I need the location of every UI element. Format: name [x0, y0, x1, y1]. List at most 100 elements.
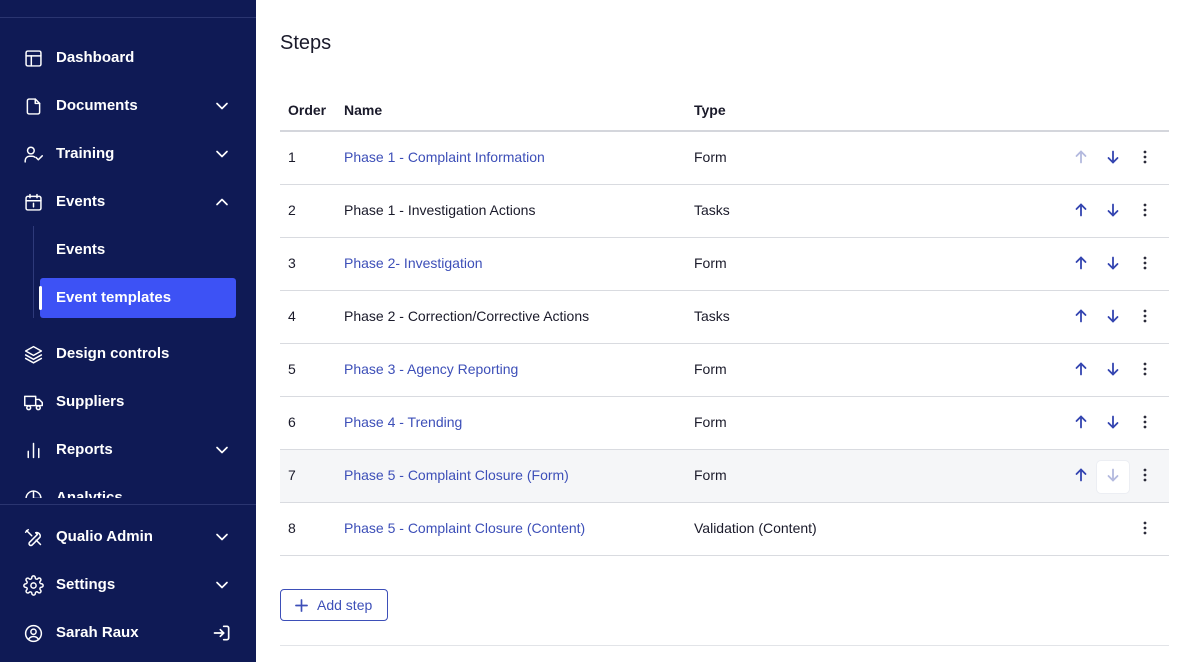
step-name-link[interactable]: Phase 5 - Complaint Closure (Form) — [344, 467, 569, 483]
sidebar-item-settings[interactable]: Settings — [0, 565, 256, 605]
step-name-link[interactable]: Phase 2- Investigation — [344, 255, 483, 271]
chevron-down-icon[interactable] — [212, 96, 232, 116]
table-header: Order Name Type — [280, 90, 1169, 132]
step-name-link[interactable]: Phase 4 - Trending — [344, 414, 462, 430]
sidebar-item-label: Analytics — [56, 489, 123, 498]
kebab-menu-icon — [1137, 361, 1153, 382]
chevron-down-icon[interactable] — [212, 440, 232, 460]
section-divider — [280, 645, 1169, 646]
table-row: 4 Phase 2 - Correction/Corrective Actions… — [280, 291, 1169, 344]
sidebar-item-label: Documents — [56, 97, 138, 114]
arrow-up-icon — [1073, 202, 1089, 223]
more-options-button[interactable] — [1129, 249, 1161, 281]
sidebar-item-label: Events — [56, 193, 106, 210]
more-options-button[interactable] — [1129, 302, 1161, 334]
column-header-order[interactable]: Order — [288, 102, 326, 118]
step-order: 2 — [288, 202, 296, 218]
arrow-up-icon — [1073, 149, 1089, 170]
more-options-button[interactable] — [1129, 143, 1161, 175]
kebab-menu-icon — [1137, 202, 1153, 223]
sidebar-item-label: Reports — [56, 441, 113, 458]
column-header-type[interactable]: Type — [694, 102, 726, 118]
kebab-menu-icon — [1137, 308, 1153, 329]
kebab-menu-icon — [1137, 255, 1153, 276]
sidebar-item-label: Training — [56, 145, 115, 162]
sidebar-item-label: Qualio Admin — [56, 528, 153, 545]
sidebar-nav[interactable]: Dashboard Documents Training Events Even… — [0, 18, 256, 498]
table-body: 1 Phase 1 - Complaint Information Form 2 Pha… — [280, 132, 1169, 556]
sidebar-subitem-events[interactable]: Events — [40, 230, 236, 270]
move-up-button[interactable] — [1065, 461, 1097, 493]
arrow-down-icon — [1105, 467, 1121, 488]
sidebar-item-suppliers[interactable]: Suppliers — [0, 382, 256, 422]
more-options-button[interactable] — [1129, 514, 1161, 546]
move-down-button[interactable] — [1097, 196, 1129, 228]
page-title: Steps — [280, 32, 332, 54]
more-options-button[interactable] — [1129, 461, 1161, 493]
step-type: Validation (Content) — [694, 520, 817, 536]
step-name-link[interactable]: Phase 5 - Complaint Closure (Content) — [344, 520, 585, 536]
sidebar-bottom-divider — [0, 504, 256, 505]
move-up-button[interactable] — [1065, 196, 1097, 228]
sidebar-user[interactable]: Sarah Raux — [0, 613, 256, 653]
move-up-button[interactable] — [1065, 143, 1097, 175]
add-step-button[interactable]: Add step — [280, 589, 388, 621]
table-row: 3 Phase 2- Investigation Form — [280, 238, 1169, 291]
submenu-guide-line — [33, 226, 34, 318]
sidebar-subitem-label: Event templates — [56, 289, 172, 306]
more-options-button[interactable] — [1129, 408, 1161, 440]
move-down-button[interactable] — [1097, 143, 1129, 175]
kebab-menu-icon — [1137, 467, 1153, 488]
move-up-button[interactable] — [1065, 302, 1097, 334]
table-row: 5 Phase 3 - Agency Reporting Form — [280, 344, 1169, 397]
move-down-button[interactable] — [1097, 408, 1129, 440]
sidebar-item-label: Dashboard — [56, 49, 135, 66]
table-row: 1 Phase 1 - Complaint Information Form — [280, 132, 1169, 185]
step-type: Form — [694, 149, 727, 165]
chevron-down-icon[interactable] — [212, 144, 232, 164]
arrow-down-icon — [1105, 202, 1121, 223]
step-type: Form — [694, 361, 727, 377]
column-header-name[interactable]: Name — [344, 102, 382, 118]
sidebar-item-analytics[interactable]: Analytics — [0, 478, 256, 498]
sidebar-item-dashboard[interactable]: Dashboard — [0, 38, 256, 78]
chevron-down-icon[interactable] — [212, 527, 232, 547]
sidebar-subitem-event-templates[interactable]: Event templates — [40, 278, 236, 318]
move-down-button[interactable] — [1097, 355, 1129, 387]
sidebar-item-documents[interactable]: Documents — [0, 86, 256, 126]
sidebar-item-training[interactable]: Training — [0, 134, 256, 174]
move-up-button[interactable] — [1065, 355, 1097, 387]
chevron-up-icon[interactable] — [212, 192, 232, 212]
logout-icon[interactable] — [212, 623, 232, 643]
step-type: Form — [694, 255, 727, 271]
more-options-button[interactable] — [1129, 355, 1161, 387]
user-name: Sarah Raux — [56, 624, 139, 641]
plus-icon — [295, 599, 308, 612]
arrow-up-icon — [1073, 308, 1089, 329]
sidebar-item-label: Suppliers — [56, 393, 125, 410]
sidebar: Dashboard Documents Training Events Even… — [0, 0, 256, 662]
sidebar-item-events[interactable]: Events — [0, 182, 256, 222]
move-down-button[interactable] — [1097, 249, 1129, 281]
add-step-label: Add step — [317, 597, 373, 613]
step-type: Tasks — [694, 308, 730, 324]
step-name-link[interactable]: Phase 3 - Agency Reporting — [344, 361, 518, 377]
more-options-button[interactable] — [1129, 196, 1161, 228]
kebab-menu-icon — [1137, 520, 1153, 541]
chevron-down-icon[interactable] — [212, 575, 232, 595]
step-name-link[interactable]: Phase 1 - Complaint Information — [344, 149, 545, 165]
pie-chart-icon — [23, 488, 44, 498]
move-up-button[interactable] — [1065, 249, 1097, 281]
sidebar-item-qualio-admin[interactable]: Qualio Admin — [0, 517, 256, 557]
user-check-icon — [23, 144, 44, 165]
step-order: 5 — [288, 361, 296, 377]
move-down-button[interactable] — [1097, 461, 1129, 493]
move-up-button[interactable] — [1065, 408, 1097, 440]
sidebar-item-design-controls[interactable]: Design controls — [0, 334, 256, 374]
table-row: 8 Phase 5 - Complaint Closure (Content) Va… — [280, 503, 1169, 556]
move-down-button[interactable] — [1097, 302, 1129, 334]
tools-icon — [23, 527, 44, 548]
step-name: Phase 1 - Investigation Actions — [344, 202, 536, 218]
step-type: Form — [694, 414, 727, 430]
sidebar-item-reports[interactable]: Reports — [0, 430, 256, 470]
